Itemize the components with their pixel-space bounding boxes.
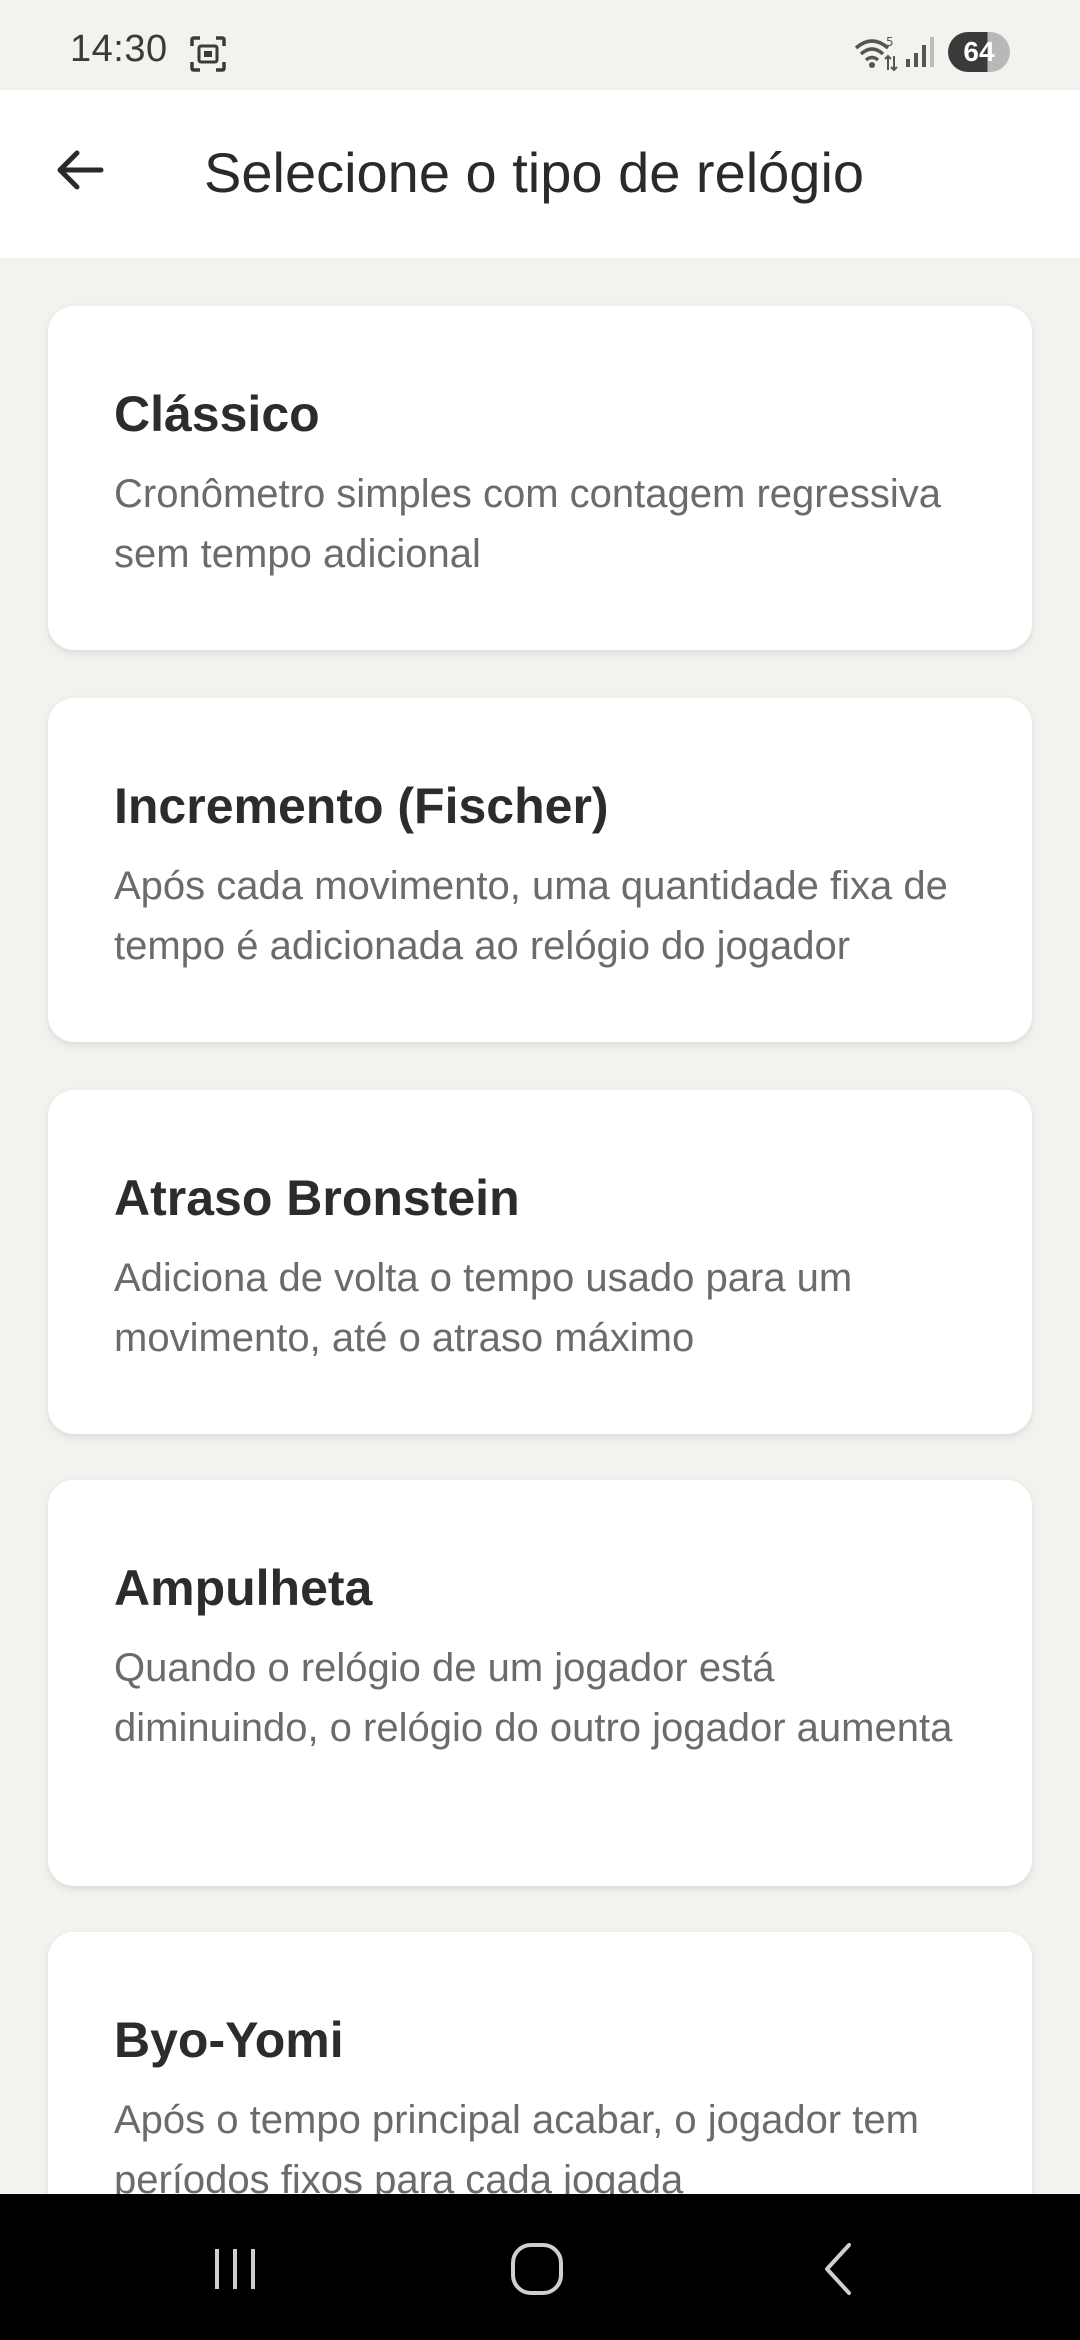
card-title: Ampulheta — [114, 1560, 373, 1616]
app-bar: Selecione o tipo de relógio — [0, 90, 1080, 258]
card-title: Atraso Bronstein — [114, 1170, 520, 1226]
card-description: Adiciona de volta o tempo usado para um … — [114, 1256, 853, 1360]
status-time: 14:30 — [70, 28, 168, 70]
status-indicators: 5 64 — [852, 30, 1010, 74]
clock-type-card-incremento[interactable]: Incremento (Fischer) Após cada movimento… — [48, 698, 1032, 1042]
clock-type-card-byo-yomi[interactable]: Byo-Yomi Após o tempo principal acabar, … — [48, 1932, 1032, 2194]
card-description: Após cada movimento, uma quantidade fixa… — [114, 864, 948, 968]
recent-apps-button[interactable] — [180, 2234, 290, 2304]
arrow-left-icon — [57, 150, 104, 190]
wifi-icon: 5 — [854, 35, 898, 72]
svg-text:5: 5 — [886, 35, 894, 49]
card-description: Cronômetro simples com contagem regressi… — [114, 472, 941, 576]
back-icon — [825, 2243, 851, 2295]
nav-back-button[interactable] — [786, 2234, 896, 2304]
battery-indicator: 64 — [948, 32, 1010, 72]
card-title: Clássico — [114, 386, 320, 442]
clock-type-card-ampulheta[interactable]: Ampulheta Quando o relógio de um jogador… — [48, 1480, 1032, 1886]
system-nav-bar — [0, 2194, 1080, 2340]
signal-icon — [906, 37, 934, 67]
card-description: Quando o relógio de um jogador está dimi… — [114, 1646, 953, 1750]
card-title: Incremento (Fischer) — [114, 778, 609, 834]
card-description: Após o tempo principal acabar, o jogador… — [114, 2098, 919, 2194]
back-button[interactable] — [40, 130, 120, 210]
screenshot-icon — [190, 36, 226, 72]
status-bar: 14:30 5 64 — [0, 0, 1080, 90]
page-title: Selecione o tipo de relógio — [204, 141, 865, 204]
home-button[interactable] — [482, 2234, 592, 2304]
clock-type-card-classico[interactable]: Clássico Cronômetro simples com contagem… — [48, 306, 1032, 650]
home-icon — [511, 2243, 563, 2295]
clock-type-card-bronstein[interactable]: Atraso Bronstein Adiciona de volta o tem… — [48, 1090, 1032, 1434]
card-title: Byo-Yomi — [114, 2012, 344, 2068]
recent-apps-icon — [215, 2249, 255, 2289]
clock-type-list[interactable]: Clássico Cronômetro simples com contagem… — [0, 258, 1080, 2194]
